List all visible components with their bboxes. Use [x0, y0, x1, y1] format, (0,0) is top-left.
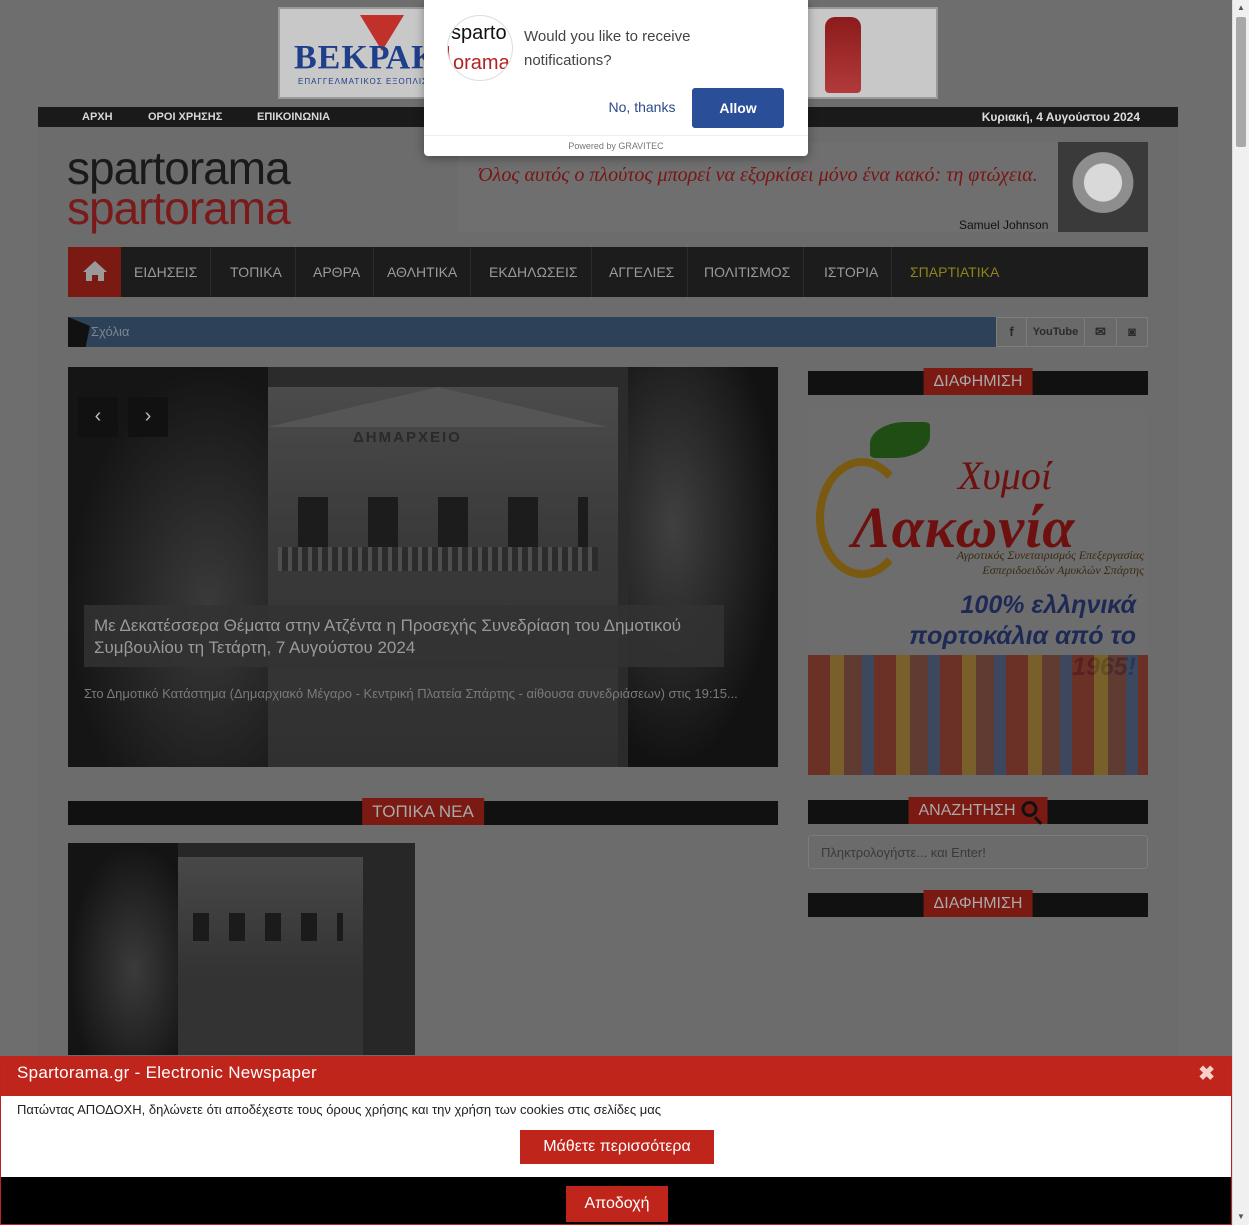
thumb-tree: [68, 843, 178, 1055]
menu-item-history[interactable]: ΙΣΤΟΡΙΑ: [811, 247, 893, 297]
search-icon: [1021, 801, 1038, 817]
rss-icon[interactable]: ◙: [1117, 318, 1147, 346]
sidebar-ad-heading-2: ΔΙΑΦΗΜΙΣΗ: [808, 890, 1148, 917]
slider-title[interactable]: Με Δεκατέσσερα Θέματα στην Ατζέντα η Προ…: [94, 615, 714, 659]
current-date: Κυριακή, 4 Αυγούστου 2024: [981, 110, 1140, 124]
search-heading-label: ΑΝΑΖΗΤΗΣΗ: [918, 802, 1016, 819]
menu-item-news[interactable]: ΕΙΔΗΣΕΙΣ: [121, 247, 212, 297]
social-links: f YouTube ✉ ◙: [996, 317, 1148, 347]
scroll-thumb[interactable]: [1236, 17, 1246, 147]
slider-building-sign: ΔΗΜΑΡΧΕΙΟ: [353, 429, 462, 446]
cookie-title: Spartorama.gr - Electronic Newspaper: [17, 1063, 317, 1082]
banner-mixer-image: [825, 17, 861, 93]
spartorama-logo: sparto orama: [447, 15, 513, 81]
menu-item-events[interactable]: ΕΚΔΗΛΩΣΕΙΣ: [476, 247, 592, 297]
notification-prompt: sparto orama Would you like to receive n…: [424, 0, 808, 156]
ad-subtitle: Αγροτικός Συνεταιρισμός Επεξεργασίας Εσπ…: [956, 548, 1144, 577]
laconia-juice-ad[interactable]: Χυμοί Λακωνία Αγροτικός Συνεταιρισμός Επ…: [808, 410, 1148, 775]
topnav-contact-link[interactable]: ΕΠΙΚΟΙΝΩΝΙΑ: [257, 111, 330, 123]
cookie-banner: Spartorama.gr - Electronic Newspaper ✖ Π…: [0, 1056, 1232, 1225]
slider-excerpt: Στο Δημοτικό Κατάστημα (Δημαρχιακό Μέγαρ…: [84, 686, 738, 701]
thumb-building: [173, 857, 363, 1055]
thumb-windows: [193, 913, 343, 941]
topnav-home-link[interactable]: ΑΡΧΗ: [82, 111, 113, 123]
quote-text: Όλος αυτός ο πλούτος μπορεί να εξορκίσει…: [478, 164, 1038, 186]
local-news-heading-label: ΤΟΠΙΚΑ ΝΕΑ: [362, 798, 484, 825]
scroll-up-arrow[interactable]: ▲: [1233, 0, 1249, 16]
slider-image-windows: [298, 497, 588, 547]
cookie-header: Spartorama.gr - Electronic Newspaper ✖: [1, 1057, 1231, 1096]
slider-image-balcony: [278, 547, 598, 571]
ad-products-image: [808, 655, 1148, 775]
ad-brand-line-1: Χυμοί: [958, 453, 1052, 498]
site-logo[interactable]: spartorama spartorama: [67, 145, 291, 231]
email-icon[interactable]: ✉: [1085, 318, 1117, 346]
page-scrollbar[interactable]: ▲ ▼: [1232, 0, 1249, 1225]
slider-prev-button[interactable]: ‹: [78, 397, 118, 437]
leaf-icon: [870, 422, 930, 458]
menu-home-button[interactable]: [68, 247, 121, 297]
allow-button[interactable]: Allow: [692, 88, 784, 128]
notification-message: Would you like to receive notifications?: [524, 28, 691, 69]
scroll-down-arrow[interactable]: ▼: [1233, 1209, 1249, 1225]
menu-item-classifieds[interactable]: ΑΓΓΕΛΙΕΣ: [596, 247, 689, 297]
close-icon[interactable]: ✖: [1198, 1061, 1215, 1086]
topnav-terms-link[interactable]: ΟΡΟΙ ΧΡΗΣΗΣ: [148, 111, 222, 123]
menu-item-culture[interactable]: ΠΟΛΙΤΙΣΜΟΣ: [691, 247, 805, 297]
search-heading-wrap: ΑΝΑΖΗΤΗΣΗ: [908, 797, 1048, 824]
home-icon: [83, 261, 107, 281]
slider-caption[interactable]: Με Δεκατέσσερα Θέματα στην Ατζέντα η Προ…: [84, 605, 724, 667]
featured-slider[interactable]: ΔΗΜΑΡΧΕΙΟ ‹ › Με Δεκατέσσερα Θέματα στην…: [68, 367, 778, 767]
local-news-heading: ΤΟΠΙΚΑ ΝΕΑ: [68, 798, 778, 825]
quote-author: Samuel Johnson: [959, 218, 1049, 232]
menu-item-spartiatika[interactable]: ΣΠΑΡΤΙΑΤΙΚΑ: [897, 247, 1012, 297]
menu-item-local[interactable]: ΤΟΠΙΚΑ: [217, 247, 296, 297]
notif-logo-line-1: sparto: [451, 22, 507, 44]
sidebar-search-heading: ΑΝΑΖΗΤΗΣΗ: [808, 797, 1148, 824]
sidebar-ad-heading-label: ΔΙΑΦΗΜΙΣΗ: [923, 368, 1033, 395]
notif-logo-ring: [448, 46, 512, 80]
menu-item-articles[interactable]: ΑΡΘΡΑ: [300, 247, 375, 297]
sidebar-ad-heading: ΔΙΑΦΗΜΙΣΗ: [808, 368, 1148, 395]
facebook-icon[interactable]: f: [997, 318, 1027, 346]
youtube-icon[interactable]: YouTube: [1027, 318, 1085, 346]
no-thanks-button[interactable]: No, thanks: [602, 92, 682, 122]
ticker-label: Σχόλια: [91, 324, 130, 339]
slider-image-tree-right: [628, 367, 778, 767]
menu-item-sports[interactable]: ΑΘΛΗΤΙΚΑ: [374, 247, 472, 297]
news-ticker[interactable]: Σχόλια: [68, 317, 996, 347]
slider-next-button[interactable]: ›: [128, 397, 168, 437]
powered-by: Powered by GRAVITEC: [424, 135, 808, 156]
accept-button[interactable]: Αποδοχή: [566, 1186, 668, 1222]
sidebar-ad-heading-2-label: ΔΙΑΦΗΜΙΣΗ: [923, 890, 1033, 917]
cat-icon: [68, 317, 90, 347]
cookie-message: Πατώντας ΑΠΟΔΟΧΗ, δηλώνετε ότι αποδέχεστ…: [17, 1102, 661, 1117]
local-news-thumbnail[interactable]: [68, 843, 415, 1055]
main-menu: ΕΙΔΗΣΕΙΣ ΤΟΠΙΚΑ ΑΡΘΡΑ ΑΘΛΗΤΙΚΑ ΕΚΔΗΛΩΣΕΙ…: [68, 247, 1148, 297]
learn-more-button[interactable]: Μάθετε περισσότερα: [520, 1130, 714, 1164]
logo-line-2: spartorama: [67, 182, 291, 234]
quote-portrait: [1058, 142, 1148, 232]
search-input[interactable]: [808, 835, 1148, 869]
